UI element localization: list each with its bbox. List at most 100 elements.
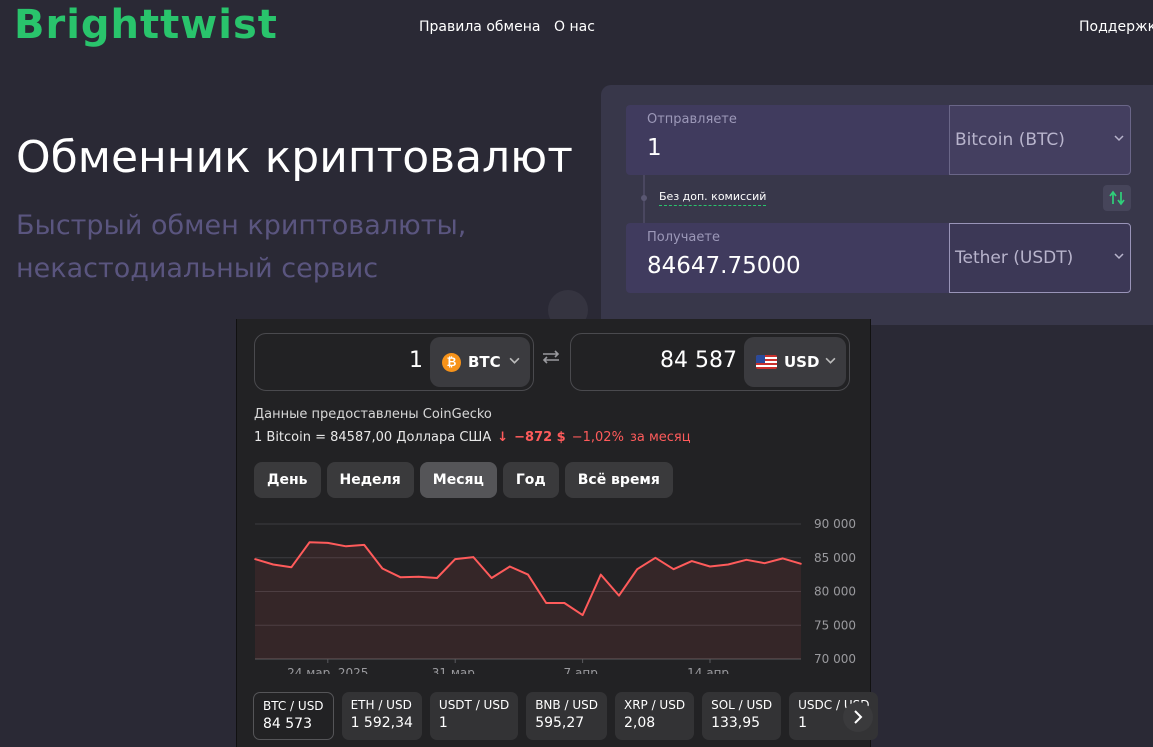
- pair-name: ETH / USD: [350, 698, 412, 712]
- nav-support[interactable]: Поддержка: [1079, 19, 1153, 35]
- to-amount-box[interactable]: 84 587 USD: [570, 333, 850, 391]
- pair-value: 1: [438, 715, 448, 731]
- tab-all-time[interactable]: Всё время: [564, 462, 673, 498]
- price-point: [490, 577, 493, 579]
- price-point: [600, 573, 602, 576]
- from-amount-box[interactable]: 1 ₿ BTC: [254, 333, 534, 391]
- price-point: [545, 602, 547, 604]
- pair-btc-usd[interactable]: BTC / USD 84 573: [253, 692, 334, 740]
- chevron-down-icon: [1114, 250, 1126, 262]
- price-point: [581, 614, 584, 616]
- us-flag-icon: [756, 355, 777, 369]
- rate-change-period: за месяц: [629, 430, 691, 445]
- from-currency-code: BTC: [468, 353, 501, 371]
- chevron-down-icon: [1114, 132, 1126, 144]
- price-point: [327, 542, 329, 544]
- send-currency-label: Bitcoin (BTC): [955, 130, 1065, 150]
- data-provider-note: Данные предоставлены CoinGecko: [254, 407, 492, 422]
- price-point: [418, 575, 420, 578]
- pair-eth-usd[interactable]: ETH / USD 1 592,34: [341, 692, 422, 740]
- tab-month[interactable]: Месяц: [419, 462, 497, 498]
- pair-xrp-usd[interactable]: XRP / USD 2,08: [614, 692, 695, 740]
- price-point: [509, 565, 511, 568]
- y-tick-label: 75 000: [814, 618, 856, 632]
- exchange-form: Отправляете 1 Bitcoin (BTC) Без доп. ком…: [601, 85, 1153, 325]
- hero-subtitle: Быстрый обмен криптовалюты, некастодиаль…: [16, 210, 467, 284]
- price-point: [308, 541, 311, 544]
- tab-day[interactable]: День: [254, 462, 321, 498]
- pair-value: 133,95: [711, 715, 761, 731]
- y-tick-label: 70 000: [814, 652, 856, 666]
- price-point: [563, 602, 566, 604]
- rate-summary: 1 Bitcoin = 84587,00 Доллара США ↓ −872 …: [254, 430, 691, 445]
- price-point: [618, 594, 620, 597]
- pair-usdt-usd[interactable]: USDT / USD 1: [429, 692, 519, 740]
- price-point: [782, 557, 784, 560]
- to-currency-select[interactable]: USD: [744, 337, 846, 387]
- rate-change-abs: −872 $: [514, 430, 566, 445]
- pair-name: SOL / USD: [711, 698, 773, 712]
- price-point: [727, 563, 729, 566]
- price-point: [527, 573, 529, 576]
- swap-vertical-icon[interactable]: [1103, 185, 1131, 211]
- pair-value: 2,08: [623, 715, 656, 731]
- pair-bnb-usd[interactable]: BNB / USD 595,27: [526, 692, 607, 740]
- price-point: [381, 567, 384, 570]
- receive-amount-field[interactable]: Получаете 84647.75000: [626, 223, 949, 293]
- y-tick-label: 85 000: [814, 551, 856, 565]
- pair-name: USDT / USD: [438, 698, 510, 712]
- hero-title: Обменник криптовалют: [16, 132, 573, 183]
- send-amount-field[interactable]: Отправляете 1: [626, 105, 949, 175]
- price-point: [709, 565, 711, 568]
- pair-sol-usd[interactable]: SOL / USD 133,95: [702, 692, 782, 740]
- receive-currency-label: Tether (USDT): [955, 248, 1074, 268]
- receive-label: Получаете: [647, 230, 720, 245]
- tab-year[interactable]: Год: [502, 462, 559, 498]
- chevron-down-icon: [825, 355, 836, 369]
- price-point: [254, 558, 256, 560]
- nav-exchange-rules[interactable]: Правила обмена: [419, 19, 540, 35]
- chevron-down-icon: [509, 355, 520, 369]
- price-point: [290, 566, 293, 568]
- price-area: [255, 542, 801, 659]
- rate-change-pct: −1,02%: [571, 430, 624, 445]
- price-point: [745, 558, 748, 561]
- price-point: [454, 558, 456, 560]
- bitcoin-icon: ₿: [442, 352, 461, 372]
- y-tick-label: 90 000: [814, 517, 856, 531]
- chevron-right-icon[interactable]: [843, 702, 873, 732]
- y-tick-label: 80 000: [814, 585, 856, 599]
- x-tick-label: 31 мар.: [432, 666, 479, 674]
- price-chart[interactable]: 70 000 75 000 80 000 85 000 90 000 24 мар. 20…: [237, 514, 872, 674]
- x-tick-label: 14 апр.: [687, 666, 733, 674]
- pair-value: 595,27: [535, 715, 585, 731]
- arrow-down-icon: ↓: [497, 430, 509, 445]
- send-currency-select[interactable]: Bitcoin (BTC): [949, 105, 1131, 175]
- period-tabs: День Неделя Месяц Год Всё время: [254, 462, 673, 498]
- currency-converter-widget: 1 ₿ BTC 84 587 USD Данные предоставлены …: [236, 319, 879, 747]
- price-point: [363, 544, 365, 546]
- rate-text: 1 Bitcoin = 84587,00 Доллара США: [254, 430, 492, 445]
- pair-value: 1 592,34: [350, 715, 413, 731]
- receive-amount-value[interactable]: 84647.75000: [647, 253, 801, 279]
- from-amount-input[interactable]: 1: [409, 348, 423, 373]
- price-point: [399, 576, 402, 579]
- tab-week[interactable]: Неделя: [326, 462, 414, 498]
- fee-note[interactable]: Без доп. комиссий: [659, 190, 767, 206]
- brand-logo[interactable]: Brighttwist: [14, 2, 278, 48]
- swap-horizontal-icon[interactable]: [541, 349, 561, 370]
- to-amount-input[interactable]: 84 587: [660, 348, 737, 373]
- price-point: [272, 563, 274, 566]
- pair-value: 84 573: [263, 716, 312, 732]
- from-currency-select[interactable]: ₿ BTC: [430, 337, 530, 387]
- price-point: [672, 568, 675, 571]
- price-point: [763, 562, 766, 564]
- pair-name: BTC / USD: [263, 699, 324, 713]
- price-point: [654, 556, 657, 559]
- nav-about-us[interactable]: О нас: [554, 19, 595, 35]
- receive-currency-select[interactable]: Tether (USDT): [949, 223, 1131, 293]
- price-point: [636, 568, 638, 571]
- send-amount-value[interactable]: 1: [647, 135, 662, 161]
- send-label: Отправляете: [647, 112, 737, 127]
- pair-name: BNB / USD: [535, 698, 598, 712]
